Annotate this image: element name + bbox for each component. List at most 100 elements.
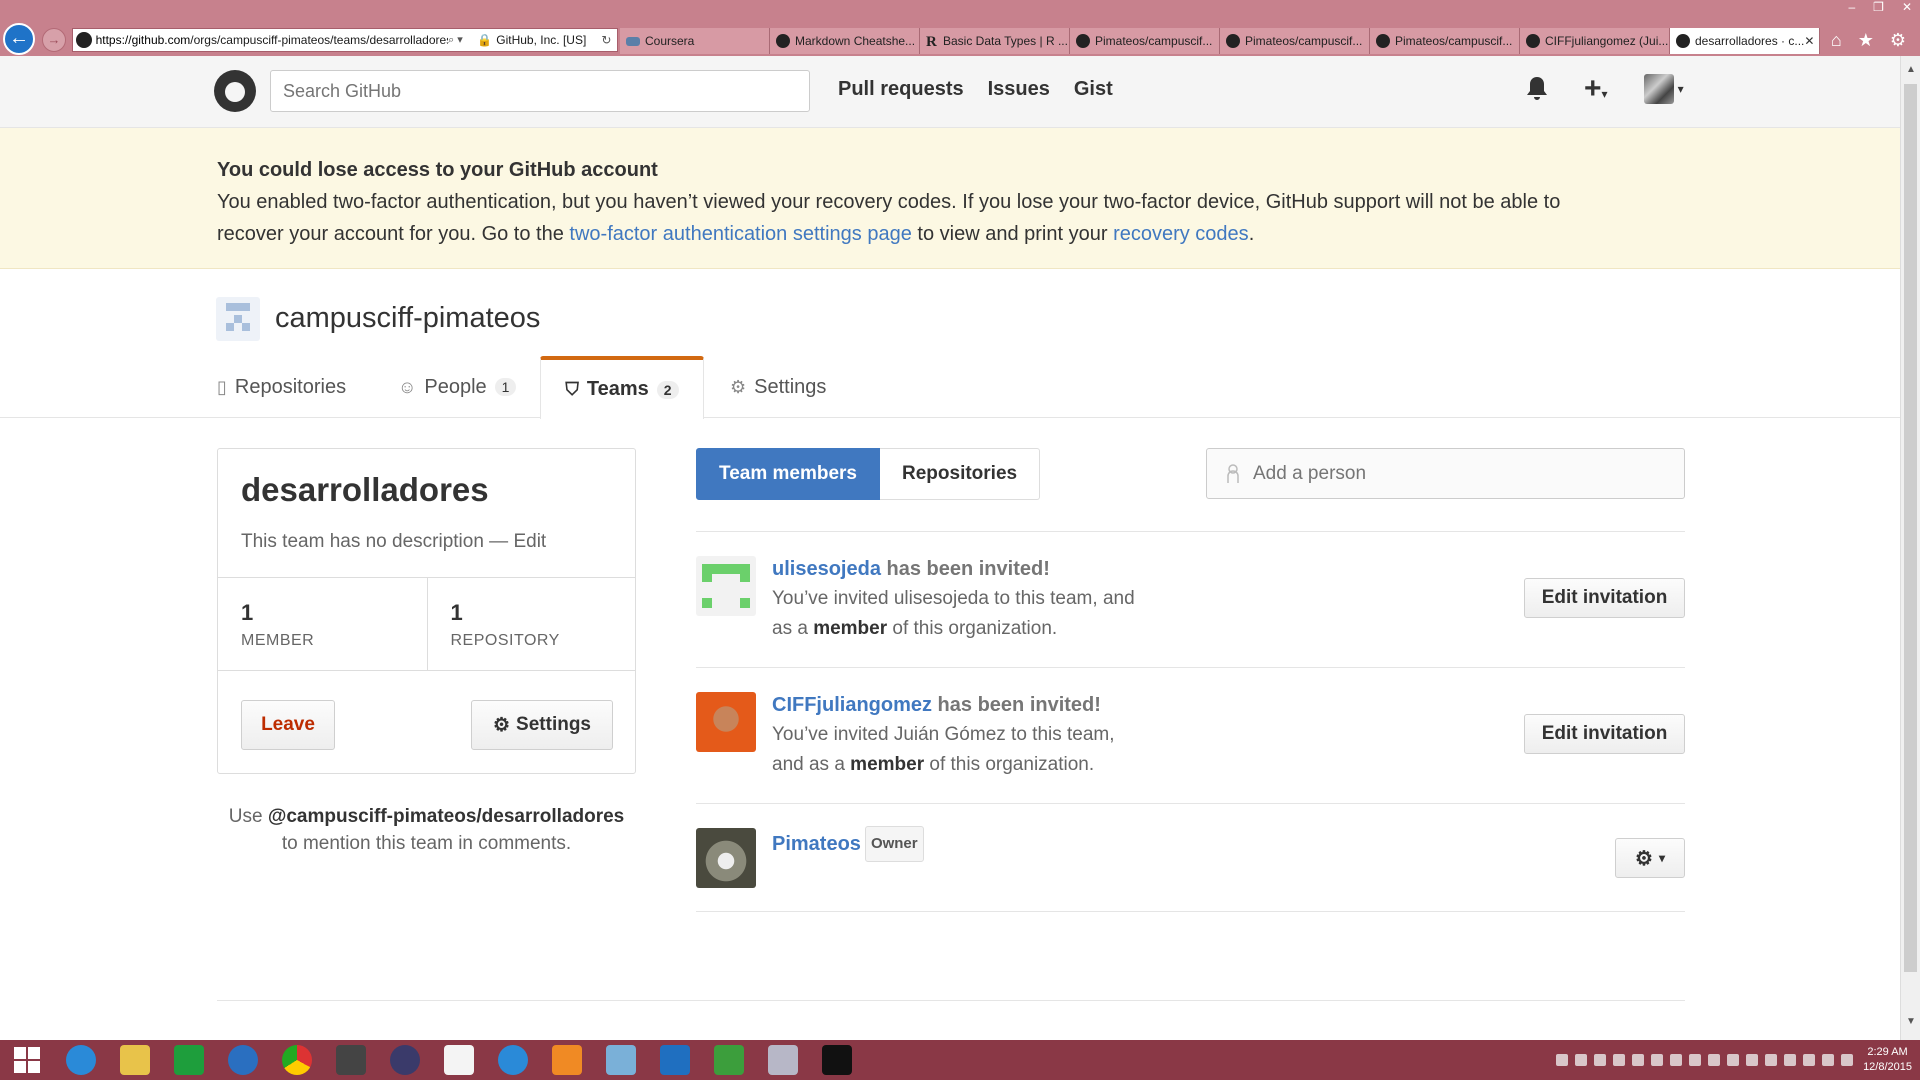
terminal-icon (336, 1045, 366, 1075)
member-login-link[interactable]: CIFFjuliangomez (772, 694, 932, 716)
system-tray: 2:29 AM 12/8/2015 (1556, 1040, 1912, 1080)
taskbar-app[interactable] (594, 1040, 648, 1080)
org-name[interactable]: campusciff-pimateos (275, 302, 540, 335)
github-logo-icon[interactable] (214, 70, 256, 112)
edit-invitation-button[interactable]: Edit invitation (1524, 578, 1685, 618)
member-login-link[interactable]: ulisesojeda (772, 558, 881, 580)
repositories-stat[interactable]: 1 REPOSITORY (426, 578, 636, 670)
lock-icon[interactable]: 🔒 (477, 33, 492, 47)
url-text[interactable]: https://github.com/orgs/campusciff-pimat… (96, 33, 449, 47)
close-tab-icon[interactable]: ✕ (1804, 34, 1814, 48)
plus-icon: + (1584, 72, 1602, 105)
edit-description-link[interactable]: Edit (513, 531, 546, 552)
teams-count: 2 (656, 380, 679, 399)
user-menu-dropdown[interactable]: ▾ (1643, 74, 1684, 104)
clock[interactable]: 2:29 AM 12/8/2015 (1863, 1045, 1912, 1075)
tab-people[interactable]: ☺ People 1 (398, 356, 517, 418)
browser-tabs: Coursera Markdown Cheatshe... R Basic Dat… (620, 28, 1820, 56)
create-new-dropdown[interactable]: +▾ (1584, 74, 1608, 104)
r-icon: R (926, 34, 937, 50)
notifications-bell-icon[interactable] (1526, 76, 1548, 102)
close-window-icon[interactable]: ✕ (1902, 0, 1912, 16)
add-person-input[interactable] (1206, 448, 1685, 499)
tab-repositories[interactable]: ▯ Repositories (217, 356, 346, 418)
browser-tab[interactable]: Pimateos/campuscif... (1370, 28, 1520, 54)
recovery-codes-link[interactable]: recovery codes (1113, 223, 1249, 245)
avatar[interactable] (696, 556, 756, 616)
browser-tab[interactable]: R Basic Data Types | R ... (920, 28, 1070, 54)
member-options-dropdown[interactable]: ⚙ ▾ (1615, 838, 1685, 878)
banner-text-line1: You enabled two-factor authentication, b… (217, 191, 1561, 213)
org-avatar[interactable] (216, 297, 260, 341)
address-bar[interactable]: https://github.com/orgs/campusciff-pimat… (72, 28, 618, 52)
nav-pull-requests[interactable]: Pull requests (838, 78, 964, 101)
browser-tab[interactable]: Pimateos/campuscif... (1070, 28, 1220, 54)
people-icon: ☺ (398, 376, 417, 397)
tools-gear-icon[interactable]: ⚙ (1890, 30, 1906, 51)
taskbar-app[interactable] (54, 1040, 108, 1080)
browser-tab[interactable]: Coursera (620, 28, 770, 54)
taskbar-app[interactable] (216, 1040, 270, 1080)
taskbar-app[interactable] (486, 1040, 540, 1080)
avatar[interactable] (696, 828, 756, 888)
tab-teams[interactable]: ⛉ Teams 2 (540, 356, 704, 419)
tray-icons[interactable] (1556, 1054, 1854, 1066)
header-nav: Pull requests Issues Gist (838, 78, 1113, 101)
nav-issues[interactable]: Issues (988, 78, 1050, 101)
search-input[interactable] (270, 70, 810, 112)
favorites-star-icon[interactable]: ★ (1858, 30, 1874, 51)
browser-tab-active[interactable]: desarrolladores · c... ✕ (1670, 28, 1820, 54)
taskbar-app[interactable] (810, 1040, 864, 1080)
scrollbar-thumb[interactable] (1904, 84, 1917, 972)
team-settings-button[interactable]: ⚙ Settings (471, 700, 613, 750)
start-button[interactable] (0, 1040, 54, 1080)
leave-team-button[interactable]: Leave (241, 700, 335, 750)
two-factor-settings-link[interactable]: two-factor authentication settings page (569, 223, 911, 245)
forward-button[interactable]: → (42, 28, 66, 52)
command-prompt-icon (822, 1045, 852, 1075)
eclipse-icon (390, 1045, 420, 1075)
search-dropdown-icon[interactable]: ⌕ ▾ (448, 33, 477, 47)
github-favicon-icon (76, 32, 92, 48)
back-button[interactable]: ← (3, 23, 35, 55)
member-login-link[interactable]: Pimateos (772, 833, 861, 855)
home-icon[interactable]: ⌂ (1831, 30, 1842, 51)
taskbar-app[interactable] (324, 1040, 378, 1080)
taskbar-app[interactable] (432, 1040, 486, 1080)
taskbar-app[interactable] (756, 1040, 810, 1080)
taskbar-app[interactable] (270, 1040, 324, 1080)
team-repositories-tab[interactable]: Repositories (880, 448, 1041, 500)
taskbar-app[interactable] (702, 1040, 756, 1080)
taskbar-app[interactable] (162, 1040, 216, 1080)
taskbar-app[interactable] (378, 1040, 432, 1080)
tab-settings[interactable]: ⚙ Settings (730, 356, 826, 418)
team-members-tab[interactable]: Team members (696, 448, 880, 500)
browser-tab[interactable]: Pimateos/campuscif... (1220, 28, 1370, 54)
github-header: Pull requests Issues Gist +▾ ▾ (0, 56, 1900, 128)
nav-gist[interactable]: Gist (1074, 78, 1113, 101)
chevron-down-icon: ▾ (1658, 851, 1665, 865)
invite-description: You’ve invited Juián Gómez to this team,… (772, 724, 1115, 775)
edit-invitation-button[interactable]: Edit invitation (1524, 714, 1685, 754)
certificate-label[interactable]: GitHub, Inc. [US] (496, 33, 601, 47)
avatar[interactable] (696, 692, 756, 752)
refresh-icon[interactable]: ↻ (601, 33, 617, 47)
browser-tab[interactable]: CIFFjuliangomez (Jui... (1520, 28, 1670, 54)
taskbar-app[interactable] (108, 1040, 162, 1080)
scroll-down-icon[interactable]: ▼ (1906, 1016, 1916, 1027)
evernote-icon (714, 1045, 744, 1075)
teams-icon: ⛉ (565, 379, 579, 399)
restore-icon[interactable]: ❐ (1873, 0, 1884, 16)
github-icon (1076, 34, 1090, 48)
members-stat[interactable]: 1 MEMBER (218, 578, 427, 670)
vertical-scrollbar[interactable]: ▲ ▼ (1900, 56, 1920, 1043)
header-user-tools: +▾ ▾ (1526, 74, 1684, 104)
scroll-up-icon[interactable]: ▲ (1906, 64, 1916, 75)
footer-divider (217, 1000, 1685, 1001)
browser-tab[interactable]: Markdown Cheatshe... (770, 28, 920, 54)
minimize-icon[interactable]: – (1848, 0, 1855, 16)
taskbar-app[interactable] (540, 1040, 594, 1080)
team-summary-card: desarrolladores This team has no descrip… (217, 448, 636, 774)
taskbar-app[interactable] (648, 1040, 702, 1080)
gear-icon: ⚙ (730, 376, 747, 397)
